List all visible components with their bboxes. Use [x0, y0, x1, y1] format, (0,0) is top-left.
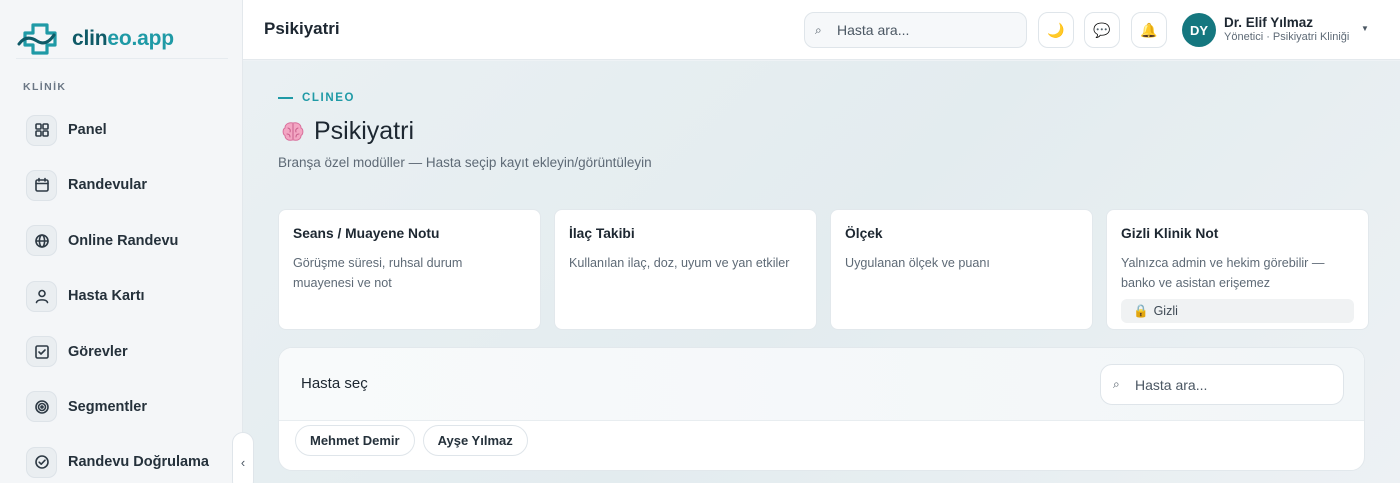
sidebar-divider: [16, 58, 228, 59]
sidebar-section-label: KLİNİK: [23, 81, 67, 93]
card-olcek[interactable]: Ölçek Uygulanan ölçek ve puanı: [830, 209, 1093, 330]
sidebar-item-online-randevu[interactable]: Online Randevu: [26, 225, 209, 257]
messages-button[interactable]: 💬: [1084, 12, 1120, 48]
patient-chip[interactable]: Ayşe Yılmaz: [422, 425, 528, 456]
sidebar-item-label: Online Randevu: [68, 232, 179, 249]
bell-icon: 🔔: [1140, 21, 1158, 38]
card-seans-notu[interactable]: Seans / Muayene Notu Görüşme süresi, ruh…: [278, 209, 541, 330]
topbar: Psikiyatri ⌕ 🌙 💬 🔔 DY Dr. Elif Yılmaz Yö…: [243, 0, 1400, 60]
brand-logo[interactable]: clineo.app: [16, 20, 174, 58]
checkbox-icon: [26, 336, 57, 368]
medical-cross-logo-icon: [16, 20, 64, 58]
module-subtitle: Branşa özel modüller — Hasta seçip kayıt…: [278, 155, 652, 170]
sidebar-nav: Panel Randevular Online Randevu Hasta Ka…: [26, 114, 209, 483]
patient-picker-title: Hasta seç: [301, 375, 368, 392]
target-icon: [26, 391, 57, 423]
card-description: Kullanılan ilaç, doz, uyum ve yan etkile…: [569, 256, 790, 270]
sidebar-item-gorevler[interactable]: Görevler: [26, 336, 209, 368]
card-description: Görüşme süresi, ruhsal durum muayenesi v…: [293, 256, 463, 290]
sidebar-collapse-button[interactable]: ‹: [232, 432, 254, 483]
card-title: Seans / Muayene Notu: [293, 226, 440, 241]
theme-toggle-button[interactable]: 🌙: [1038, 12, 1074, 48]
user-role: Yönetici · Psikiyatri Kliniği: [1224, 31, 1350, 43]
patient-chip[interactable]: Mehmet Demir: [295, 425, 415, 456]
user-name[interactable]: Dr. Elif Yılmaz: [1224, 15, 1313, 30]
sidebar-item-label: Hasta Kartı: [68, 288, 145, 305]
globe-icon: [26, 225, 57, 257]
search-icon: ⌕: [815, 22, 822, 37]
status-badge: 🔒 Gizli: [1121, 299, 1354, 323]
patient-search-input[interactable]: [1135, 376, 1335, 393]
sidebar-item-label: Panel: [68, 122, 107, 138]
user-icon: [26, 280, 57, 312]
calendar-icon: [26, 169, 57, 201]
brand-name: clineo.app: [72, 27, 174, 50]
sidebar-item-label: Görevler: [68, 343, 128, 360]
sidebar: clineo.app KLİNİK Panel Randevular Onlin…: [0, 0, 243, 483]
patient-picker: Hasta seç ⌕ Mehmet Demir Ayşe Yılmaz: [278, 347, 1365, 471]
sidebar-item-label: Randevu Doğrulama: [68, 454, 209, 471]
check-circle-icon: [26, 446, 57, 478]
notifications-button[interactable]: 🔔: [1131, 12, 1167, 48]
module-cards: Seans / Muayene Notu Görüşme süresi, ruh…: [278, 209, 1369, 330]
patient-search[interactable]: ⌕: [1100, 364, 1344, 405]
eyebrow-line: [278, 97, 293, 99]
sidebar-item-panel[interactable]: Panel: [26, 114, 209, 146]
global-search-input[interactable]: [837, 22, 1017, 38]
grid-icon: [26, 114, 57, 146]
sidebar-item-label: Segmentler: [68, 398, 147, 415]
patient-list: Mehmet Demir Ayşe Yılmaz: [295, 425, 528, 456]
avatar[interactable]: DY: [1182, 13, 1216, 47]
module-title: Psikiyatri: [314, 117, 415, 145]
patient-picker-header: Hasta seç ⌕: [279, 348, 1364, 421]
sidebar-item-randevu-dogrulama[interactable]: Randevu Doğrulama: [26, 446, 209, 478]
eyebrow-label: CLINEO: [302, 92, 356, 104]
card-description: Yalnızca admin ve hekim görebilir — bank…: [1121, 256, 1325, 290]
main-content: CLINEO Psikiyatri Branşa özel modüller —…: [243, 61, 1400, 483]
page-title: Psikiyatri: [264, 19, 340, 38]
global-search[interactable]: ⌕: [804, 12, 1027, 48]
sidebar-item-randevular[interactable]: Randevular: [26, 169, 209, 201]
card-title: İlaç Takibi: [569, 226, 635, 241]
module-heading: Psikiyatri: [280, 117, 414, 146]
chat-bubble-icon: 💬: [1093, 21, 1111, 38]
sidebar-item-segmentler[interactable]: Segmentler: [26, 391, 209, 423]
sidebar-item-label: Randevular: [68, 177, 147, 194]
card-ilac-takibi[interactable]: İlaç Takibi Kullanılan ilaç, doz, uyum v…: [554, 209, 817, 330]
card-gizli-klinik-not[interactable]: Gizli Klinik Not Yalnızca admin ve hekim…: [1106, 209, 1369, 330]
card-title: Gizli Klinik Not: [1121, 226, 1219, 241]
search-icon: ⌕: [1113, 377, 1120, 391]
eyebrow: CLINEO: [278, 92, 355, 104]
moon-icon: 🌙: [1047, 21, 1065, 38]
brain-icon: [280, 119, 306, 145]
card-description: Uygulanan ölçek ve puanı: [845, 256, 990, 270]
lock-icon: 🔒: [1133, 303, 1149, 318]
badge-label: Gizli: [1153, 304, 1178, 318]
card-title: Ölçek: [845, 226, 883, 241]
sidebar-item-hasta-karti[interactable]: Hasta Kartı: [26, 280, 209, 312]
chevron-down-icon[interactable]: ▼: [1361, 24, 1369, 33]
